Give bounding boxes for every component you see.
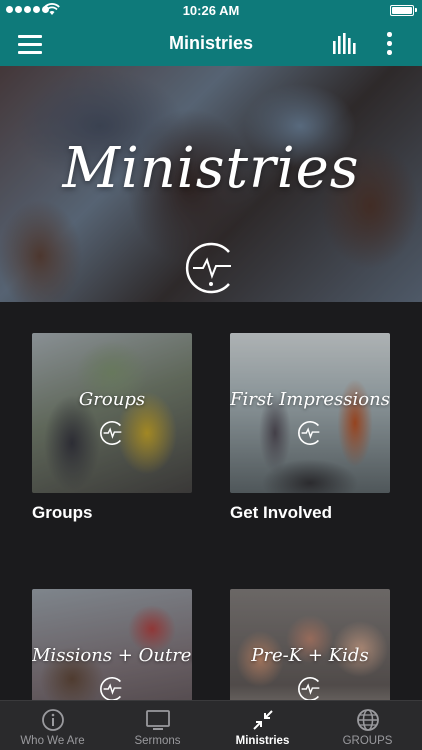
church-logo-icon [100,677,122,701]
info-icon [41,709,64,731]
tile-label: Groups [32,503,93,522]
tile-shade [32,333,192,493]
tile-label: Get Involved [230,503,333,522]
church-logo-icon [298,421,320,445]
tab-label: Ministries [235,735,290,747]
equalizer-icon[interactable] [332,32,358,56]
church-logo-icon [298,677,320,701]
status-time: 10:26 AM [182,3,240,18]
header: 10:26 AM Ministries [0,0,422,66]
tile-image: Groups [32,333,192,493]
tile-groups[interactable]: Groups Groups [32,333,192,523]
tab-ministries[interactable]: Ministries [210,701,315,750]
more-options-icon[interactable] [380,30,400,58]
tab-groups[interactable]: GROUPS [315,701,420,750]
tab-label: Who We Are [20,735,85,747]
tile-script-title: First Impressions [230,389,390,410]
tile-script-title: Missions + Outreach [32,645,192,666]
tile-image: First Impressions [230,333,390,493]
tile-script-title: Pre-K + Kids [251,645,369,666]
tile-script-title: Groups [78,389,146,410]
tile-get-involved[interactable]: First Impressions Get Involved [230,333,390,523]
tv-icon [145,710,170,730]
collapse-arrows-icon [252,710,273,730]
tab-sermons[interactable]: Sermons [105,701,210,750]
page-title: Ministries [168,33,254,53]
battery-icon [390,5,417,16]
tab-who-we-are[interactable]: Who We Are [0,701,105,750]
tab-label: GROUPS [342,735,393,747]
church-logo-icon [185,242,231,294]
globe-icon [356,709,379,731]
status-bar: 10:26 AM [0,0,422,22]
tile-shade [230,333,390,493]
hero-title: Ministries [62,136,360,201]
app-screen: 10:26 AM Ministries Ministries Groups Gr… [0,0,422,750]
ministries-grid: Groups Groups First Impressions Get Invo… [0,302,422,749]
tab-label: Sermons [134,735,181,747]
hero-banner: Ministries [0,66,422,302]
church-logo-icon [100,421,122,445]
tab-bar: Who We Are Sermons Ministries GROUPS [0,700,422,750]
hamburger-menu-icon[interactable] [18,32,44,56]
nav-bar: Ministries [0,22,422,66]
